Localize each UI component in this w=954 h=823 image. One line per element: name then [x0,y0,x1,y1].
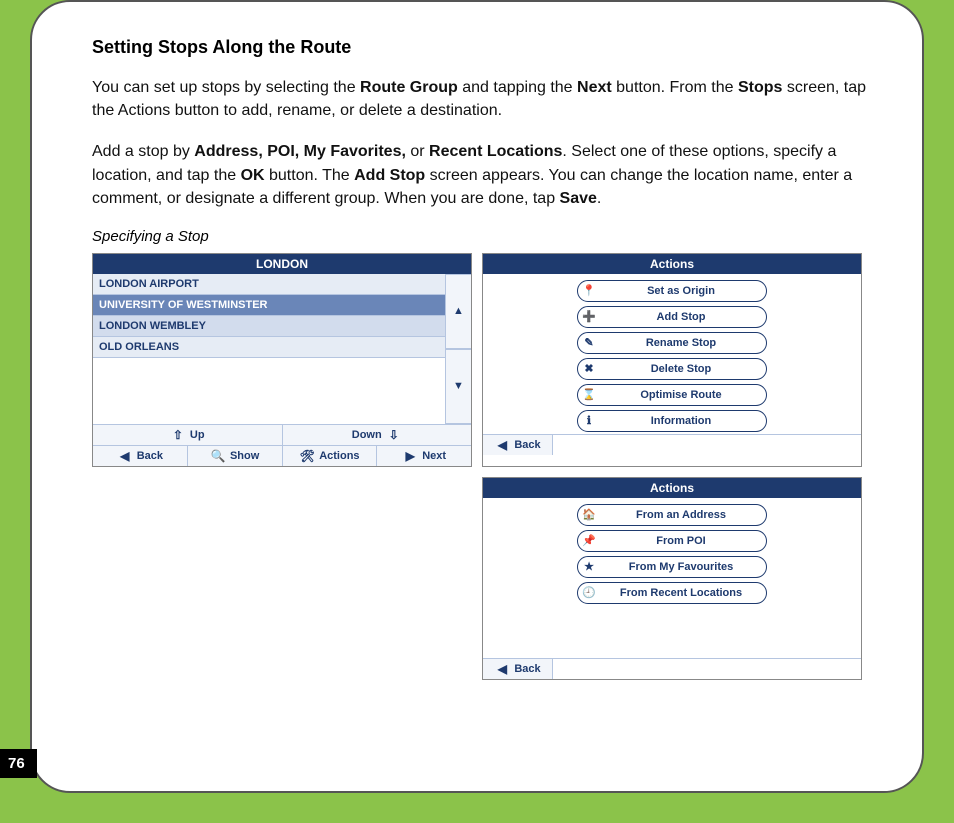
actions-area: 📍 Set as Origin ➕ Add Stop ✎ Rename Stop ✖ Dele… [483,274,861,434]
screen-actions-addstop: Actions 🏠 From an Address 📌 From POI ★ From M… [482,477,862,680]
from-address-label: From an Address [604,509,758,521]
back-button[interactable]: ◀ Back [483,435,553,455]
back-button[interactable]: ◀ Back [93,446,188,466]
up-label: Up [190,429,205,441]
scrollbar: ▲ ▼ [445,274,471,424]
figure-caption: Specifying a Stop [92,228,882,245]
actions-label: Actions [319,450,359,462]
paragraph-2: Add a stop by Address, POI, My Favorites… [92,140,882,210]
chevron-left-icon: ◀ [494,438,510,452]
from-poi-icon: 📌 [580,533,598,549]
add-stop-icon: ➕ [580,309,598,325]
chevron-left-icon: ◀ [117,449,133,463]
chevron-right-icon: ▶ [402,449,418,463]
set-origin-button[interactable]: 📍 Set as Origin [577,280,767,302]
set-origin-label: Set as Origin [604,285,758,297]
page-frame: Setting Stops Along the Route You can se… [30,0,924,793]
screens-grid: LONDON LONDON AIRPORTUNIVERSITY OF WESTM… [92,253,882,680]
information-label: Information [604,415,758,427]
from-poi-button[interactable]: 📌 From POI [577,530,767,552]
information-icon: ℹ [580,413,598,429]
down-button[interactable]: Down ⇩ [283,425,472,445]
delete-stop-icon: ✖ [580,361,598,377]
set-origin-icon: 📍 [580,283,598,299]
optimise-route-button[interactable]: ⌛ Optimise Route [577,384,767,406]
from-recent-button[interactable]: 🕘 From Recent Locations [577,582,767,604]
back-button[interactable]: ◀ Back [483,659,553,679]
from-recent-label: From Recent Locations [604,587,758,599]
chevron-left-icon: ◀ [494,662,510,676]
list-item[interactable]: UNIVERSITY OF WESTMINSTER [93,295,445,316]
arrow-down-icon: ⇩ [386,428,402,442]
add-stop-button[interactable]: ➕ Add Stop [577,306,767,328]
list-item[interactable]: OLD ORLEANS [93,337,445,358]
back-label: Back [514,439,540,451]
from-favourites-label: From My Favourites [604,561,758,573]
from-address-button[interactable]: 🏠 From an Address [577,504,767,526]
from-address-icon: 🏠 [580,507,598,523]
add-stop-label: Add Stop [604,311,758,323]
from-favourites-icon: ★ [580,559,598,575]
show-label: Show [230,450,259,462]
up-button[interactable]: ⇧ Up [93,425,283,445]
delete-stop-label: Delete Stop [604,363,758,375]
actions-area: 🏠 From an Address 📌 From POI ★ From My Favour… [483,498,861,658]
from-recent-icon: 🕘 [580,585,598,601]
next-label: Next [422,450,446,462]
paragraph-1: You can set up stops by selecting the Ro… [92,76,882,122]
stops-list: LONDON AIRPORTUNIVERSITY OF WESTMINSTERL… [93,274,445,424]
back-label: Back [514,663,540,675]
rename-stop-icon: ✎ [580,335,598,351]
delete-stop-button[interactable]: ✖ Delete Stop [577,358,767,380]
down-label: Down [352,429,382,441]
optimise-route-icon: ⌛ [580,387,598,403]
page-number: 76 [0,749,37,778]
arrow-up-icon: ⇧ [170,428,186,442]
screen-stops-list: LONDON LONDON AIRPORTUNIVERSITY OF WESTM… [92,253,472,467]
rename-stop-button[interactable]: ✎ Rename Stop [577,332,767,354]
page-title: Setting Stops Along the Route [92,37,882,58]
screen-title: Actions [483,254,861,274]
show-button[interactable]: 🔍 Show [188,446,283,466]
screen-actions-main: Actions 📍 Set as Origin ➕ Add Stop ✎ Rename S… [482,253,862,467]
back-label: Back [137,450,163,462]
list-item[interactable]: LONDON AIRPORT [93,274,445,295]
screen-title: Actions [483,478,861,498]
next-button[interactable]: ▶ Next [377,446,471,466]
information-button[interactable]: ℹ Information [577,410,767,432]
scroll-down-button[interactable]: ▼ [446,349,471,424]
list-item[interactable]: LONDON WEMBLEY [93,316,445,337]
scroll-up-button[interactable]: ▲ [446,274,471,349]
tools-icon: 🛠 [299,449,315,463]
rename-stop-label: Rename Stop [604,337,758,349]
optimise-route-label: Optimise Route [604,389,758,401]
from-poi-label: From POI [604,535,758,547]
from-favourites-button[interactable]: ★ From My Favourites [577,556,767,578]
magnifier-icon: 🔍 [210,449,226,463]
screen-title: LONDON [93,254,471,274]
actions-button[interactable]: 🛠 Actions [283,446,378,466]
